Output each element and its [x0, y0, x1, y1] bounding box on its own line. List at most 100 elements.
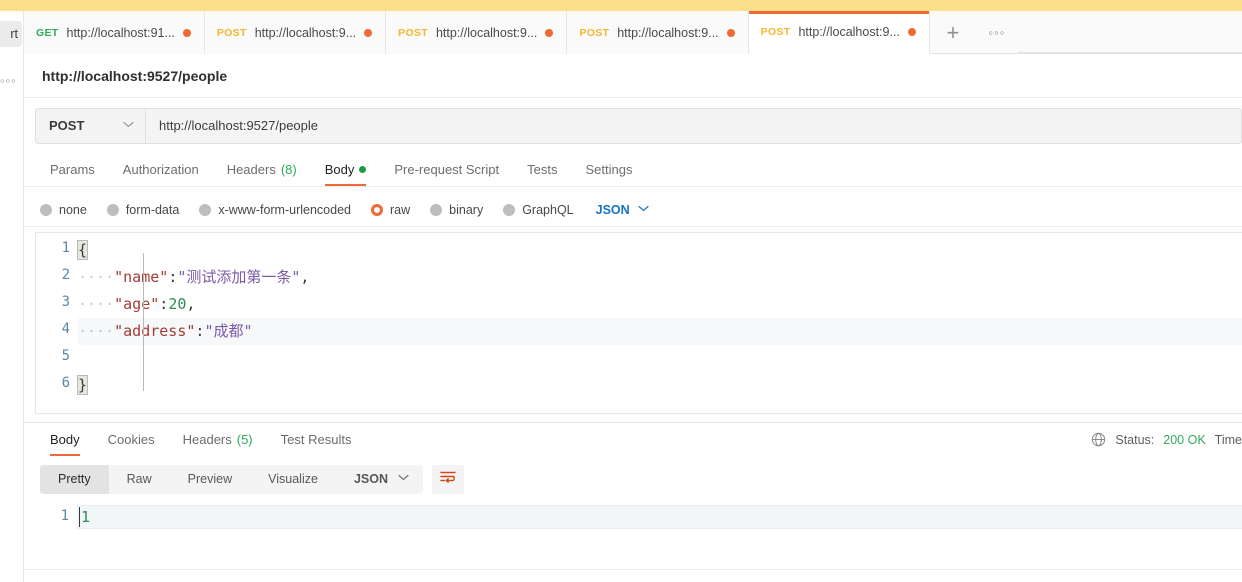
request-tab-label: Body: [324, 162, 355, 177]
tab-url-label: http://localhost:91...: [66, 25, 175, 40]
editor-line-number: 5: [61, 348, 70, 364]
response-tab-test-results[interactable]: Test Results: [267, 432, 366, 456]
response-view-mode-group: Pretty Raw Preview Visualize JSON: [40, 464, 423, 494]
radio-icon: [503, 203, 516, 216]
request-tab-3[interactable]: POST http://localhost:9...: [386, 11, 568, 54]
tab-url-label: http://localhost:9...: [617, 25, 719, 40]
body-type-label: none: [59, 202, 87, 217]
import-button[interactable]: rt: [0, 21, 22, 47]
editor-json-value: "成都": [204, 322, 253, 340]
response-view-pretty[interactable]: Pretty: [40, 464, 109, 494]
response-body-viewer[interactable]: 1 1: [35, 502, 1242, 548]
tab-method-label: GET: [36, 26, 59, 39]
response-format-select[interactable]: JSON: [336, 465, 423, 494]
top-banner: [0, 0, 1242, 11]
body-type-form-data[interactable]: form-data: [106, 202, 180, 217]
tab-url-label: http://localhost:9...: [254, 25, 357, 40]
request-title: http://localhost:9527/people: [42, 67, 228, 84]
body-type-graphql[interactable]: GraphQL: [503, 202, 574, 217]
response-section-tabs: Body Cookies Headers (5) Test Results Status…: [24, 422, 1242, 456]
request-tab-label: Settings: [585, 162, 633, 177]
editor-line[interactable]: ····"address":"成都": [78, 318, 1242, 345]
unsaved-indicator-icon: [545, 28, 554, 37]
response-line-number: 1: [60, 508, 69, 524]
raw-format-label: JSON: [595, 202, 630, 217]
request-tab-tests[interactable]: Tests: [513, 162, 571, 186]
editor-line[interactable]: }: [76, 372, 1242, 399]
bottom-divider: [24, 569, 1242, 570]
request-tab-label: Headers: [226, 162, 276, 177]
editor-code-area[interactable]: {····"name":"测试添加第一条", ····"age":20, ····"…: [76, 233, 1242, 413]
new-tab-button[interactable]: +: [930, 11, 976, 54]
editor-gutter: 1 2 3 4 5 6: [36, 233, 78, 413]
response-view-visualize[interactable]: Visualize: [250, 465, 336, 494]
editor-json-key: "age": [114, 295, 160, 313]
request-tab-params[interactable]: Params: [36, 162, 109, 186]
request-tab-pre-request-script[interactable]: Pre-request Script: [380, 162, 513, 186]
status-code: 200 OK: [1163, 432, 1206, 447]
editor-line[interactable]: {: [76, 237, 1242, 264]
indent-guide: [143, 253, 144, 391]
editor-line[interactable]: ····"age":20,: [78, 291, 1242, 318]
response-tab-cookies[interactable]: Cookies: [94, 432, 169, 456]
tab-bar-more-icon[interactable]: ◦◦◦: [976, 11, 1018, 54]
body-type-raw[interactable]: raw: [371, 203, 410, 217]
chevron-down-icon: [123, 121, 134, 131]
editor-line[interactable]: ····"name":"测试添加第一条",: [78, 264, 1242, 291]
editor-line-number: 4: [61, 321, 70, 337]
request-section-tabs: Params Authorization Headers (8) Body Pre-req…: [24, 153, 1242, 187]
response-tab-label: Test Results: [280, 432, 352, 447]
editor-colon: :: [159, 295, 169, 313]
response-tab-body[interactable]: Body: [36, 432, 94, 456]
editor-comma: ,: [186, 295, 196, 313]
url-input[interactable]: http://localhost:9527/people: [146, 108, 1241, 143]
body-type-x-www-form-urlencoded[interactable]: x-www-form-urlencoded: [199, 203, 351, 217]
body-type-label: raw: [390, 202, 411, 217]
body-present-indicator-icon: [359, 166, 367, 173]
request-tab-settings[interactable]: Settings: [571, 162, 646, 186]
response-format-label: JSON: [353, 472, 388, 486]
request-tab-count: (8): [280, 162, 297, 177]
text-cursor: [79, 507, 80, 527]
response-tab-label: Cookies: [107, 432, 155, 447]
request-tab-headers[interactable]: Headers (8): [213, 162, 311, 186]
tab-method-label: POST: [579, 26, 610, 39]
radio-icon: [106, 203, 119, 216]
body-type-none[interactable]: none: [40, 203, 87, 217]
tab-bar-filler: [1017, 11, 1242, 53]
radio-icon: [430, 203, 443, 216]
response-tab-headers[interactable]: Headers (5): [169, 432, 267, 456]
response-view-preview[interactable]: Preview: [170, 465, 250, 494]
tab-url-label: http://localhost:9...: [798, 25, 900, 39]
request-body-editor[interactable]: 123456 {····"name":"测试添加第一条", ····"age":2…: [35, 232, 1242, 414]
editor-indent-dots: ····: [78, 322, 115, 340]
request-tab-label: Params: [50, 162, 95, 177]
editor-json-key: "name": [114, 268, 169, 286]
body-type-label: GraphQL: [522, 202, 574, 217]
request-tab-1[interactable]: GET http://localhost:91...: [24, 11, 205, 54]
raw-format-select[interactable]: JSON: [596, 203, 649, 217]
response-view-raw[interactable]: Raw: [109, 465, 170, 494]
http-method-label: POST: [49, 118, 85, 133]
editor-brace: {: [76, 240, 89, 260]
unsaved-indicator-icon: [726, 28, 735, 37]
request-tab-4[interactable]: POST http://localhost:9...: [567, 11, 749, 54]
body-type-label: form-data: [125, 202, 180, 217]
http-method-select[interactable]: POST: [36, 108, 146, 143]
request-tab-2[interactable]: POST http://localhost:9...: [204, 11, 387, 54]
editor-line[interactable]: [78, 345, 1242, 372]
radio-icon: [40, 203, 52, 216]
request-tab-authorization[interactable]: Authorization: [109, 162, 213, 186]
left-sidebar-rail: rt ◦◦◦: [0, 11, 24, 582]
wrap-lines-icon: [440, 470, 456, 489]
sidebar-more-icon[interactable]: ◦◦◦: [0, 73, 17, 88]
tab-method-label: POST: [216, 26, 247, 39]
body-type-binary[interactable]: binary: [430, 203, 483, 217]
request-tab-5[interactable]: POST http://localhost:9...: [748, 11, 930, 54]
request-tab-label: Tests: [527, 162, 558, 177]
wrap-lines-button[interactable]: [432, 464, 464, 494]
request-title-bar: http://localhost:9527/people: [24, 54, 1242, 98]
radio-icon: [371, 203, 383, 216]
editor-json-value: "测试添加第一条": [177, 268, 301, 286]
request-tab-body[interactable]: Body: [311, 162, 381, 186]
